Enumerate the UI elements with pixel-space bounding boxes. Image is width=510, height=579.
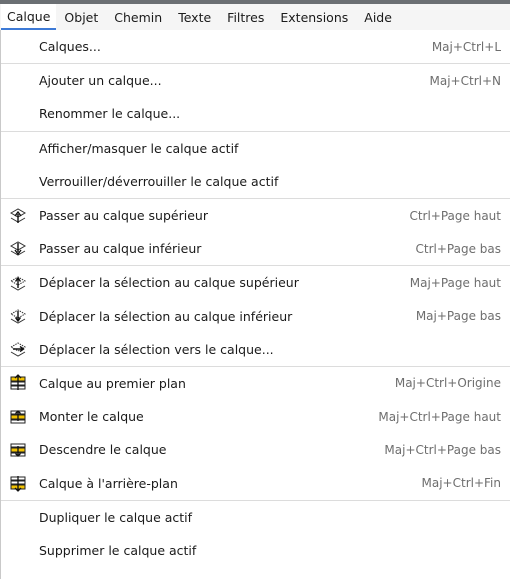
menu-item-shortcut: Maj+Ctrl+N	[429, 73, 501, 88]
menu-item-deplacer-selection-inferieur[interactable]: Déplacer la sélection au calque inférieu…	[1, 300, 510, 333]
menu-item-label: Passer au calque supérieur	[39, 208, 208, 224]
menu-item-label: Verrouiller/déverrouiller le calque acti…	[39, 173, 279, 189]
menu-item-shortcut: Maj+Page bas	[415, 309, 501, 324]
menu-item-dupliquer-calque[interactable]: Dupliquer le calque actif	[1, 501, 510, 534]
menu-item-label: Supprimer le calque actif	[39, 542, 197, 558]
menu-item-calque-arriere-plan[interactable]: Calque à l'arrière-plan Maj+Ctrl+Fin	[1, 466, 510, 499]
menu-item-deplacer-selection-vers[interactable]: Déplacer la sélection vers le calque...	[1, 333, 510, 366]
menu-item-shortcut: Ctrl+Page bas	[415, 241, 502, 256]
menu-item-label: Descendre le calque	[39, 442, 167, 458]
menu-item-label: Calque au premier plan	[39, 375, 186, 391]
menu-item-descendre-calque[interactable]: Descendre le calque Maj+Ctrl+Page bas	[1, 433, 510, 466]
menu-aide[interactable]: Aide	[356, 4, 400, 30]
menu-item-passer-calque-inferieur[interactable]: Passer au calque inférieur Ctrl+Page bas	[1, 232, 510, 265]
menu-item-label: Afficher/masquer le calque actif	[39, 140, 239, 156]
menu-filtres[interactable]: Filtres	[219, 4, 272, 30]
switch-layer-up-icon	[9, 207, 27, 223]
menu-item-passer-calque-superieur[interactable]: Passer au calque supérieur Ctrl+Page hau…	[1, 199, 510, 232]
menu-extensions[interactable]: Extensions	[272, 4, 356, 30]
raise-layer-icon	[10, 409, 26, 424]
menu-item-label: Passer au calque inférieur	[39, 241, 202, 257]
menu-item-supprimer-calque[interactable]: Supprimer le calque actif	[1, 534, 510, 567]
menubar: Calque Objet Chemin Texte Filtres Extens…	[0, 4, 510, 30]
menu-objet[interactable]: Objet	[56, 4, 106, 30]
menu-item-label: Ajouter un calque...	[39, 73, 162, 89]
layer-to-bottom-icon	[10, 476, 26, 492]
menu-chemin[interactable]: Chemin	[106, 4, 170, 30]
menu-item-calque-premier-plan[interactable]: Calque au premier plan Maj+Ctrl+Origine	[1, 367, 510, 400]
menu-item-label: Calques...	[39, 39, 101, 55]
menu-item-shortcut: Maj+Ctrl+Page haut	[378, 409, 501, 424]
menu-item-renommer-calque[interactable]: Renommer le calque...	[1, 97, 510, 130]
menu-item-shortcut: Maj+Ctrl+Fin	[421, 476, 501, 491]
menu-calque[interactable]: Calque	[1, 4, 57, 30]
menu-item-calques[interactable]: Calques... Maj+Ctrl+L	[1, 30, 510, 63]
menu-item-shortcut: Ctrl+Page haut	[409, 208, 501, 223]
menu-item-shortcut: Maj+Ctrl+L	[431, 39, 501, 54]
menu-item-label: Déplacer la sélection au calque supérieu…	[39, 275, 299, 291]
move-selection-to-layer-icon	[9, 342, 27, 357]
menu-item-label: Calque à l'arrière-plan	[39, 475, 178, 491]
menu-item-label: Déplacer la sélection vers le calque...	[39, 341, 274, 357]
menu-item-label: Monter le calque	[39, 409, 144, 425]
move-selection-layer-up-icon	[9, 276, 27, 291]
menu-item-shortcut: Maj+Page haut	[409, 275, 501, 290]
menu-texte[interactable]: Texte	[170, 4, 219, 30]
lower-layer-icon	[10, 443, 26, 457]
menu-item-label: Dupliquer le calque actif	[39, 509, 193, 525]
menu-item-deplacer-selection-superieur[interactable]: Déplacer la sélection au calque supérieu…	[1, 266, 510, 299]
menu-item-shortcut: Maj+Ctrl+Page bas	[384, 442, 501, 457]
move-selection-layer-down-icon	[9, 309, 27, 324]
menu-item-shortcut: Maj+Ctrl+Origine	[394, 376, 501, 391]
layer-to-top-icon	[10, 374, 26, 391]
menu-item-afficher-masquer[interactable]: Afficher/masquer le calque actif	[1, 132, 510, 165]
menu-item-monter-calque[interactable]: Monter le calque Maj+Ctrl+Page haut	[1, 400, 510, 433]
menu-item-verrouiller[interactable]: Verrouiller/déverrouiller le calque acti…	[1, 165, 510, 198]
switch-layer-down-icon	[9, 241, 27, 256]
calque-dropdown-menu: Calques... Maj+Ctrl+L Ajouter un calque.…	[0, 30, 510, 579]
menu-item-ajouter-calque[interactable]: Ajouter un calque... Maj+Ctrl+N	[1, 64, 510, 97]
menu-item-label: Renommer le calque...	[39, 106, 181, 122]
menu-item-label: Déplacer la sélection au calque inférieu…	[39, 308, 293, 324]
